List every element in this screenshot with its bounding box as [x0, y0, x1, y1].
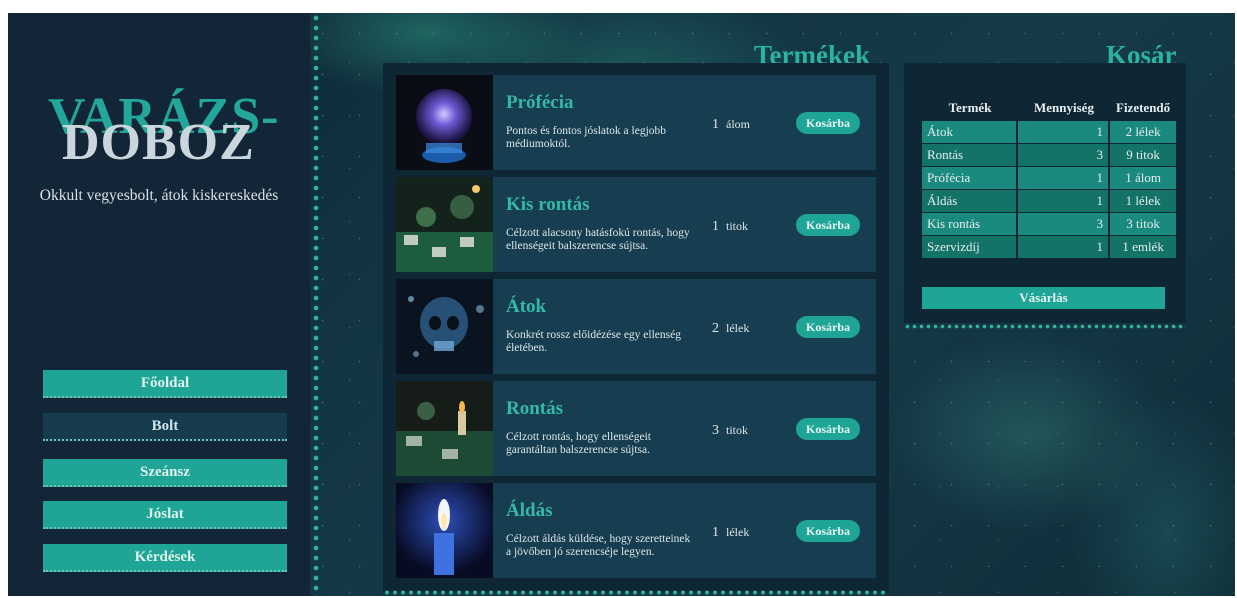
product-card: Prófécia Pontos és fontos jóslatok a leg… — [396, 75, 876, 170]
product-card: Kis rontás Célzott alacsony hatásfokú ro… — [396, 177, 876, 272]
cart-table: Termék Mennyiség Fizetendő Átok 1 2 léle… — [922, 97, 1177, 259]
cart-row-qty: 3 — [1018, 144, 1110, 166]
product-image-crystal-skull — [396, 279, 493, 374]
cart-row-name: Szervizdíj — [922, 236, 1018, 258]
product-image-blue-candle — [396, 483, 493, 578]
cart-row-name: Átok — [922, 121, 1018, 143]
cart-row: Kis rontás 3 3 titok — [922, 213, 1177, 235]
cart-row-total: 1 lélek — [1110, 190, 1177, 212]
product-card: Átok Konkrét rossz előidézése egy ellens… — [396, 279, 876, 374]
product-image-candles-board — [396, 381, 493, 476]
cart-row-name: Rontás — [922, 144, 1018, 166]
product-name: Átok — [506, 296, 547, 317]
price-amount: 3 — [712, 423, 719, 438]
products-panel: Prófécia Pontos és fontos jóslatok a leg… — [383, 63, 889, 593]
product-image-crystal-ball — [396, 75, 493, 170]
product-name: Prófécia — [506, 92, 574, 113]
logo: VARÁZS- DOBOZ — [48, 91, 288, 171]
product-card: Áldás Célzott áldás küldése, hogy szeret… — [396, 483, 876, 578]
products-dotted-border — [383, 589, 889, 596]
header-quantity: Mennyiség — [1034, 100, 1094, 115]
cart-panel: Termék Mennyiség Fizetendő Átok 1 2 léle… — [904, 63, 1186, 323]
product-price: 2 lélek — [712, 321, 749, 337]
nav-item-szeansz[interactable]: Szeánsz — [43, 459, 287, 487]
nav-item-fooldal[interactable]: Főoldal — [43, 370, 287, 398]
cart-row: Áldás 1 1 lélek — [922, 190, 1177, 212]
cart-row: Rontás 3 9 titok — [922, 144, 1177, 166]
cart-dotted-border — [904, 323, 1186, 330]
product-price: 1 titok — [712, 219, 748, 235]
product-price: 1 lélek — [712, 525, 749, 541]
header-product: Termék — [948, 100, 992, 115]
price-amount: 2 — [712, 321, 719, 336]
purchase-button[interactable]: Vásárlás — [922, 287, 1165, 309]
product-description: Célzott áldás küldése, hogy szeretteinek… — [506, 533, 691, 558]
nav-item-joslat[interactable]: Jóslat — [43, 501, 287, 529]
cart-row: Prófécia 1 1 álom — [922, 167, 1177, 189]
cart-row-qty: 3 — [1018, 213, 1110, 235]
cart-row-total: 1 álom — [1110, 167, 1177, 189]
add-to-cart-button[interactable]: Kosárba — [796, 316, 860, 338]
cart-row: Szervizdíj 1 1 emlék — [922, 236, 1177, 258]
app-frame: VARÁZS- DOBOZ Okkult vegyesbolt, átok ki… — [8, 13, 1235, 596]
cart-row-name: Áldás — [922, 190, 1018, 212]
add-to-cart-button[interactable]: Kosárba — [796, 112, 860, 134]
cart-row-name: Prófécia — [922, 167, 1018, 189]
product-description: Konkrét rossz előidézése egy ellenség él… — [506, 329, 681, 354]
nav-item-kerdesek[interactable]: Kérdések — [43, 544, 287, 572]
product-card: Rontás Célzott rontás, hogy ellenségeit … — [396, 381, 876, 476]
cart-row-qty: 1 — [1018, 167, 1110, 189]
cart-row-total: 1 emlék — [1110, 236, 1177, 258]
add-to-cart-button[interactable]: Kosárba — [796, 520, 860, 542]
product-image-chess-pieces — [396, 177, 493, 272]
product-price: 1 álom — [712, 117, 750, 133]
cart-row-total: 3 titok — [1110, 213, 1177, 235]
cart-row-qty: 1 — [1018, 190, 1110, 212]
price-amount: 1 — [712, 219, 719, 234]
price-unit: titok — [726, 219, 749, 233]
logo-bottom: DOBOZ — [62, 114, 255, 171]
add-to-cart-button[interactable]: Kosárba — [796, 418, 860, 440]
sidebar: VARÁZS- DOBOZ Okkult vegyesbolt, átok ki… — [8, 13, 310, 596]
product-name: Rontás — [506, 398, 564, 419]
cart-row-total: 9 titok — [1110, 144, 1177, 166]
price-amount: 1 — [712, 525, 719, 540]
price-unit: álom — [726, 117, 750, 131]
cart-row-name: Kis rontás — [922, 213, 1018, 235]
cart-header-row: Termék Mennyiség Fizetendő — [922, 98, 1176, 120]
header-total: Fizetendő — [1116, 100, 1171, 115]
nav-item-bolt[interactable]: Bolt — [43, 413, 287, 441]
product-price: 3 titok — [712, 423, 748, 439]
product-name: Kis rontás — [506, 194, 590, 215]
product-description: Pontos és fontos jóslatok a legjobb médi… — [506, 125, 667, 150]
product-description: Célzott rontás, hogy ellenségeit garantá… — [506, 431, 651, 456]
price-unit: lélek — [726, 525, 750, 539]
price-unit: lélek — [726, 321, 750, 335]
cart-row: Átok 1 2 lélek — [922, 121, 1177, 143]
product-description: Célzott alacsony hatásfokú rontás, hogy … — [506, 227, 690, 252]
sidebar-dotted-border — [312, 13, 320, 596]
cart-row-total: 2 lélek — [1110, 121, 1177, 143]
product-name: Áldás — [506, 500, 553, 521]
add-to-cart-button[interactable]: Kosárba — [796, 214, 860, 236]
price-unit: titok — [726, 423, 749, 437]
cart-row-qty: 1 — [1018, 121, 1110, 143]
tagline: Okkult vegyesbolt, átok kiskereskedés — [39, 187, 279, 204]
cart-row-qty: 1 — [1018, 236, 1110, 258]
price-amount: 1 — [712, 117, 719, 132]
